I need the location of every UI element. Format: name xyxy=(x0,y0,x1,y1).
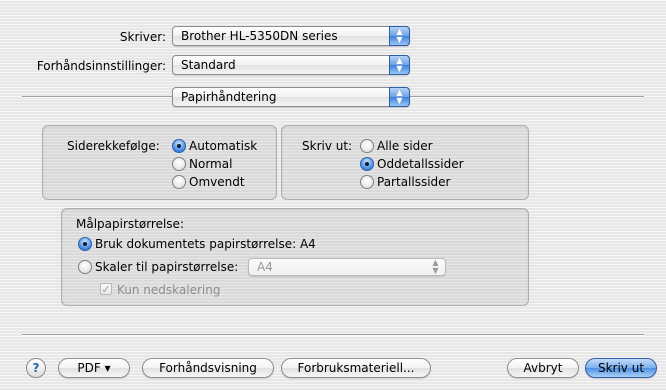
checkmark-icon: ✓ xyxy=(100,283,112,296)
radio-omvendt-label: Omvendt xyxy=(189,175,245,189)
panel-separator-right xyxy=(410,96,644,98)
panel-separator-left xyxy=(22,96,172,98)
radio-dot-icon xyxy=(78,237,92,251)
radio-automatisk-label: Automatisk xyxy=(189,139,258,153)
page-order-label: Siderekkefølge: xyxy=(67,139,160,153)
presets-value: Standard xyxy=(181,58,236,72)
presets-label: Forhåndsinnstillinger: xyxy=(36,59,166,73)
radio-dot-icon xyxy=(360,175,374,189)
up-down-arrows-icon: ▲ ▼ xyxy=(389,87,410,107)
up-down-arrows-icon: ▲ ▼ xyxy=(389,55,410,75)
radio-oddetallssider-label: Oddetallssider xyxy=(377,157,464,171)
cancel-button[interactable]: Avbryt xyxy=(507,358,579,378)
paper-size-group: Målpapirstørrelse: Bruk dokumentets papi… xyxy=(61,208,529,306)
radio-dot-icon xyxy=(360,157,374,171)
radio-use-doc-size-label: Bruk dokumentets papirstørrelse: A4 xyxy=(95,237,316,251)
radio-dot-icon xyxy=(172,157,186,171)
paper-size-title: Målpapirstørrelse: xyxy=(76,217,184,231)
bottom-separator xyxy=(22,334,644,336)
panel-popup[interactable]: Papirhåndtering ▲ ▼ xyxy=(172,87,410,107)
scale-size-value: A4 xyxy=(257,260,273,274)
supplies-button[interactable]: Forbruksmateriell... xyxy=(281,358,431,378)
radio-dot-icon xyxy=(78,260,92,274)
radio-dot-icon xyxy=(172,175,186,189)
radio-scale-to-size-label: Skaler til papirstørrelse: xyxy=(95,260,239,274)
panel-value: Papirhåndtering xyxy=(181,90,277,104)
printer-value: Brother HL-5350DN series xyxy=(181,29,338,43)
preview-button[interactable]: Forhåndsvisning xyxy=(142,358,274,378)
scale-down-only-label: Kun nedskalering xyxy=(117,283,221,297)
print-button[interactable]: Skriv ut xyxy=(585,358,657,378)
printer-popup[interactable]: Brother HL-5350DN series ▲ ▼ xyxy=(172,26,410,46)
page-order-group: Siderekkefølge: Automatisk Normal Omvend… xyxy=(42,125,277,200)
scale-size-popup[interactable]: A4 ▲ ▼ xyxy=(248,258,446,276)
up-down-arrows-icon: ▲ ▼ xyxy=(389,26,410,46)
pdf-button[interactable]: PDF ▾ xyxy=(58,358,130,378)
printer-label: Skriver: xyxy=(119,30,166,44)
radio-dot-icon xyxy=(172,139,186,153)
print-pages-label: Skriv ut: xyxy=(302,139,353,153)
help-button[interactable]: ? xyxy=(26,358,46,378)
presets-popup[interactable]: Standard ▲ ▼ xyxy=(172,55,410,75)
radio-normal-label: Normal xyxy=(189,157,233,171)
radio-partallssider-label: Partallssider xyxy=(377,175,451,189)
radio-alle-sider-label: Alle sider xyxy=(377,139,433,153)
radio-dot-icon xyxy=(360,139,374,153)
print-pages-group: Skriv ut: Alle sider Oddetallssider Part… xyxy=(281,125,529,200)
up-down-arrows-icon: ▲ ▼ xyxy=(432,258,439,275)
